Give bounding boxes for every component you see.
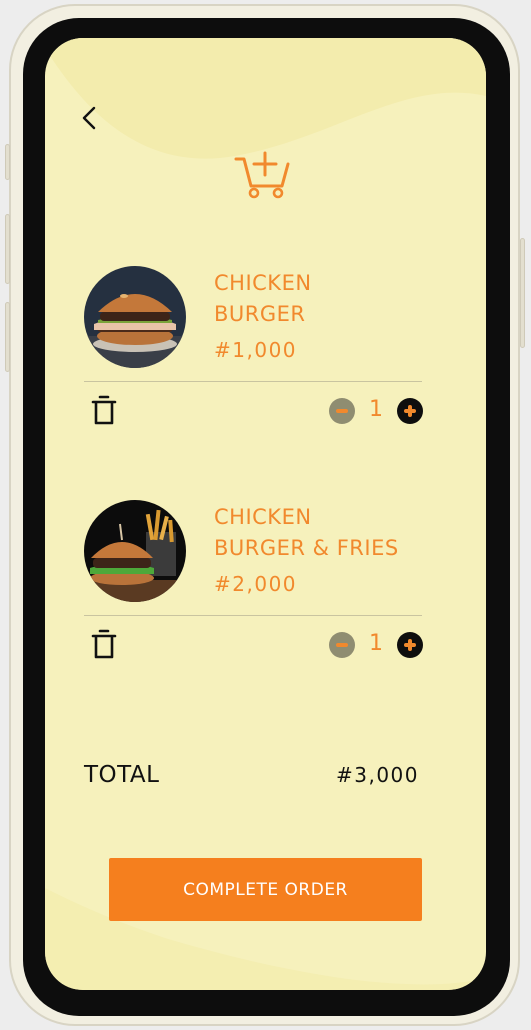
power-button: [520, 238, 525, 348]
volume-down-button: [5, 302, 10, 372]
increase-quantity-button[interactable]: [397, 632, 423, 658]
trash-icon: [91, 395, 117, 425]
total-label: TOTAL: [84, 762, 160, 788]
delete-item-button[interactable]: [90, 393, 118, 427]
volume-up-button: [5, 214, 10, 284]
item-divider: [84, 615, 422, 616]
quantity-value: 1: [369, 397, 383, 422]
back-button[interactable]: [75, 102, 103, 134]
mute-switch: [5, 144, 10, 180]
total-value: #3,000: [335, 763, 419, 787]
delete-item-button[interactable]: [90, 627, 118, 661]
item-price: #1,000: [214, 338, 298, 362]
burger-photo: [84, 266, 186, 368]
decrease-quantity-button[interactable]: [329, 632, 355, 658]
cart-item: CHICKEN BURGER #1,000 1: [84, 266, 423, 425]
trash-icon: [91, 629, 117, 659]
item-name: CHICKEN BURGER: [214, 271, 312, 326]
increase-quantity-button[interactable]: [397, 398, 423, 424]
cart-add-icon: [234, 151, 290, 199]
cart-item: CHICKEN BURGER & FRIES #2,000 1: [84, 500, 423, 659]
item-divider: [84, 381, 422, 382]
complete-order-button[interactable]: COMPLETE ORDER: [109, 858, 422, 921]
quantity-value: 1: [369, 631, 383, 656]
item-name: CHICKEN BURGER & FRIES: [214, 505, 399, 560]
item-price: #2,000: [214, 572, 298, 596]
cart-screen: CHICKEN BURGER #1,000 1 CHICKEN BURGER &…: [45, 38, 486, 990]
chevron-left-icon: [82, 106, 96, 130]
burger-and-fries-photo: [84, 500, 186, 602]
decrease-quantity-button[interactable]: [329, 398, 355, 424]
